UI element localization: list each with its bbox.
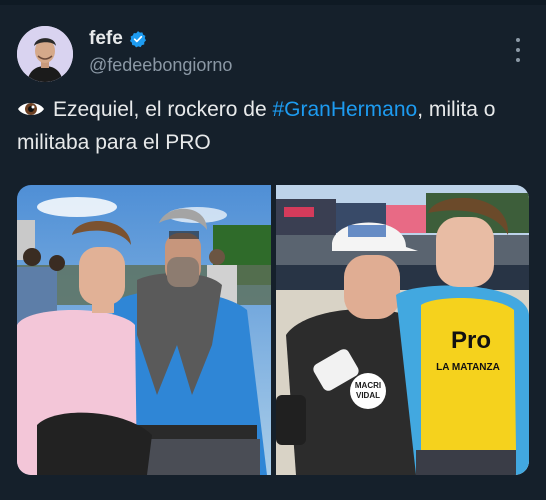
tweet-text-before: Ezequiel, el rockero de xyxy=(53,98,273,121)
tweet-text: Ezequiel, el rockero de #GranHermano, mi… xyxy=(17,93,527,159)
author-display-name[interactable]: fefe xyxy=(89,28,123,50)
hashtag-link[interactable]: #GranHermano xyxy=(272,98,417,121)
badge-line-2: VIDAL xyxy=(356,391,380,400)
shirt-text: Pro xyxy=(451,327,491,354)
photo-right[interactable]: MACRI VIDAL Pro LA MATANZA xyxy=(276,185,529,475)
author-name-row[interactable]: fefe xyxy=(89,28,147,50)
tweet-media[interactable]: MACRI VIDAL Pro LA MATANZA xyxy=(17,185,529,475)
eye-icon xyxy=(18,103,44,115)
photo-left[interactable] xyxy=(17,185,271,475)
verified-badge-icon xyxy=(129,31,146,48)
top-divider xyxy=(0,0,546,5)
author-handle[interactable]: @fedeebongiorno xyxy=(89,55,232,76)
avatar[interactable] xyxy=(17,26,73,82)
more-options-icon[interactable] xyxy=(510,38,526,62)
shirt-subtext: LA MATANZA xyxy=(436,362,500,373)
badge-line-1: MACRI xyxy=(355,381,381,390)
